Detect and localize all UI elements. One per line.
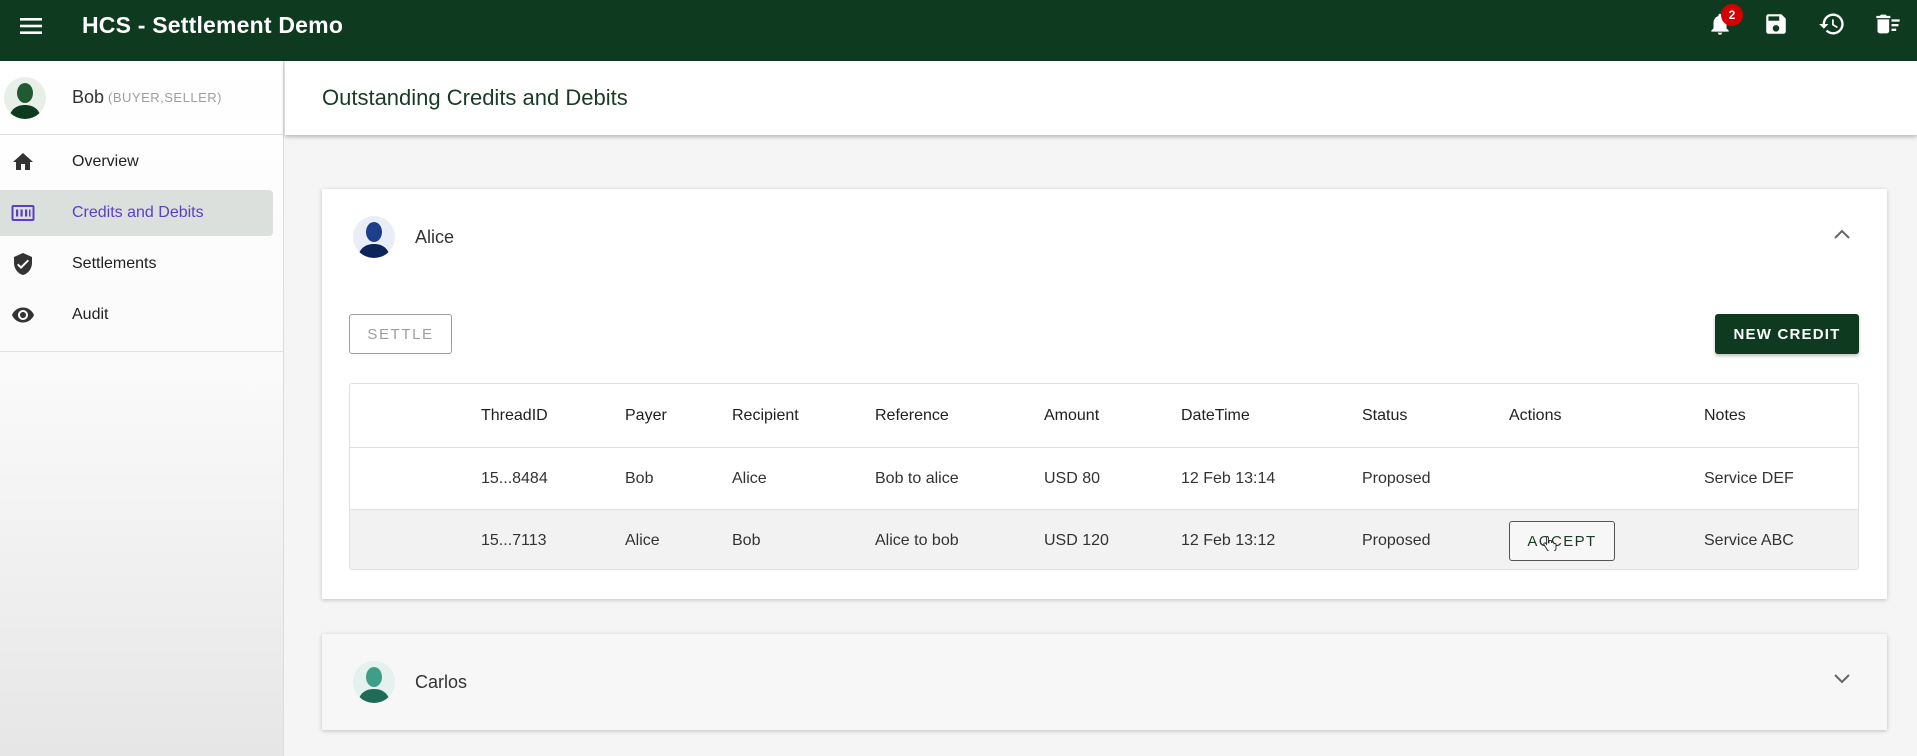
column-header[interactable]: Payer (625, 384, 667, 447)
sidebar-item-overview[interactable]: Overview (0, 139, 273, 185)
sidebar-item-credits-and-debits[interactable]: Credits and Debits (0, 190, 273, 236)
column-header[interactable]: Notes (1704, 384, 1746, 447)
datetime-cell: 12 Feb 13:14 (1181, 469, 1276, 487)
accept-button[interactable]: ACCEPT (1509, 521, 1615, 561)
table-row[interactable]: 15...7113 Alice Bob Alice to bob USD 120… (350, 510, 1858, 569)
datetime-cell: 12 Feb 13:12 (1181, 532, 1276, 549)
panel-header[interactable]: Alice (322, 189, 1887, 285)
actions-cell: ACCEPT (1509, 510, 1615, 569)
counterparty-name: Alice (415, 226, 455, 247)
notifications-icon[interactable]: 2 (1705, 4, 1743, 42)
payer-cell: Bob (625, 469, 654, 487)
column-header[interactable]: Recipient (732, 384, 799, 447)
notification-badge: 2 (1721, 4, 1743, 26)
sidebar-item-label: Credits and Debits (72, 204, 204, 221)
counterparty-panel-alice: Alice SETTLE NEW CREDIT ThreadID Payer R… (322, 189, 1887, 599)
menu-icon[interactable] (0, 1, 62, 51)
recipient-cell: Bob (732, 532, 761, 549)
counterparty-name: Carlos (415, 671, 468, 692)
column-header: Actions (1509, 406, 1562, 424)
credits-icon (0, 201, 46, 225)
app-bar: HCS - Settlement Demo 2 (0, 0, 1917, 61)
notes-cell: Service DEF (1704, 469, 1794, 487)
delete-icon[interactable] (1873, 6, 1903, 42)
table-header-row: ThreadID Payer Recipient Reference Amoun… (350, 384, 1858, 448)
payer-cell: Alice (625, 532, 660, 549)
reference-cell: Bob to alice (875, 469, 959, 487)
status-cell: Proposed (1362, 469, 1431, 487)
thread-id-cell: 15...7113 (481, 532, 547, 549)
chevron-up-icon[interactable] (1833, 227, 1851, 245)
column-header[interactable]: DateTime (1181, 384, 1250, 447)
user-avatar (4, 76, 46, 119)
panel-header[interactable]: Carlos (322, 634, 1887, 730)
chevron-down-icon[interactable] (1833, 672, 1851, 690)
new-credit-button[interactable]: NEW CREDIT (1715, 314, 1859, 354)
notes-cell: Service ABC (1704, 532, 1794, 549)
sidebar-item-label: Overview (72, 153, 139, 170)
user-roles: (BUYER,SELLER) (108, 90, 222, 105)
amount-cell: USD 80 (1044, 469, 1101, 487)
settle-button[interactable]: SETTLE (349, 314, 452, 354)
reference-cell: Alice to bob (875, 532, 959, 549)
status-cell: Proposed (1362, 532, 1431, 549)
column-header[interactable]: ThreadID (481, 384, 548, 447)
user-name: Bob (72, 87, 105, 107)
history-icon[interactable] (1817, 6, 1847, 42)
app-title: HCS - Settlement Demo (82, 12, 344, 38)
counterparty-avatar (353, 216, 395, 258)
sidebar-item-audit[interactable]: Audit (0, 292, 273, 338)
save-icon[interactable] (1761, 6, 1791, 42)
thread-id-cell: 15...8484 (481, 469, 548, 487)
accept-button-label: ACCEPT (1527, 532, 1597, 550)
counterparty-avatar (353, 661, 395, 703)
column-header[interactable]: Status (1362, 384, 1407, 447)
page-title: Outstanding Credits and Debits (322, 85, 628, 110)
sidebar-item-label: Audit (72, 306, 109, 323)
shield-check-icon (0, 252, 46, 276)
sidebar-nav: Overview Credits and Debits Settlements … (0, 139, 283, 352)
table-row[interactable]: 15...8484 Bob Alice Bob to alice USD 80 … (350, 448, 1858, 510)
credits-table: ThreadID Payer Recipient Reference Amoun… (349, 383, 1859, 570)
sidebar-item-settlements[interactable]: Settlements (0, 241, 273, 287)
recipient-cell: Alice (732, 469, 767, 487)
eye-icon (0, 303, 46, 327)
home-icon (0, 150, 46, 174)
column-header[interactable]: Amount (1044, 384, 1099, 447)
sidebar-item-label: Settlements (72, 255, 157, 272)
column-header[interactable]: Reference (875, 384, 949, 447)
amount-cell: USD 120 (1044, 532, 1109, 549)
page-header: Outstanding Credits and Debits (285, 61, 1917, 135)
user-profile: Bob (BUYER,SELLER) (0, 61, 283, 135)
counterparty-panel-carlos: Carlos (322, 634, 1887, 730)
sidebar: Bob (BUYER,SELLER) Overview Credits and … (0, 61, 284, 756)
pointer-cursor-icon (1543, 535, 1557, 555)
